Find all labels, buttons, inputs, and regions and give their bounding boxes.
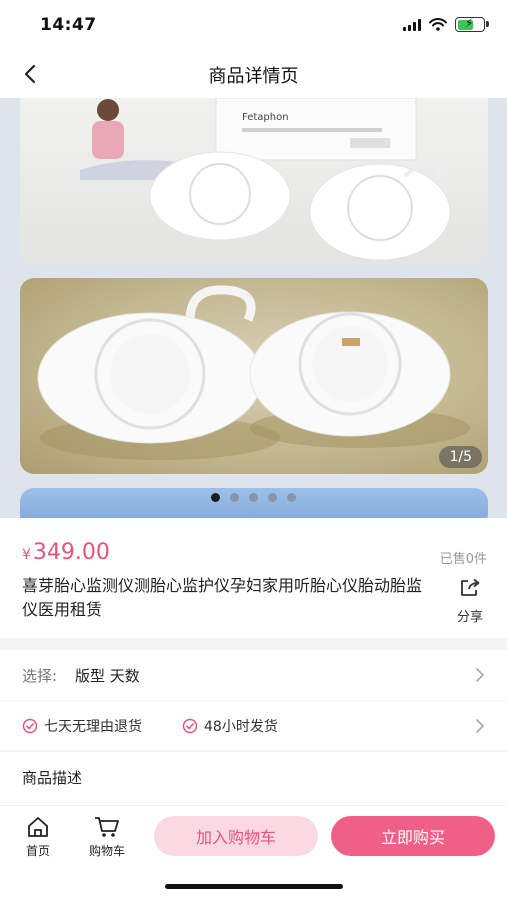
promise-shipping: 48小时发货: [182, 716, 278, 736]
buy-now-button[interactable]: 立即购买: [331, 816, 495, 856]
image-counter: 1/5: [439, 446, 482, 468]
add-to-cart-button[interactable]: 加入购物车: [154, 816, 318, 856]
description-title: 商品描述: [22, 769, 83, 787]
promise-shipping-text: 48小时发货: [204, 719, 278, 735]
signal-icon: [403, 18, 421, 31]
share-label: 分享: [456, 610, 483, 625]
share-icon: [461, 578, 480, 596]
battery-icon: ⚡: [455, 16, 489, 32]
nav-bar: 商品详情页: [0, 50, 507, 98]
product-title: 喜芽胎心监测仪测胎心监护仪孕妇家用听胎心仪胎动胎监仪医用租赁: [22, 576, 423, 619]
description-section: 商品描述: [0, 752, 507, 802]
box-brand-text: Fetaphon: [242, 112, 289, 123]
cart-icon: [95, 817, 119, 837]
service-promise-row[interactable]: 七天无理由退货 48小时发货: [0, 700, 507, 750]
product-photo-2: 1/5: [20, 278, 488, 474]
product-photo-1: Fetaphon: [20, 98, 488, 264]
spec-label: 选择:: [22, 667, 58, 685]
tab-cart-label: 购物车: [88, 844, 125, 858]
home-icon: [28, 817, 48, 837]
wifi-icon: [429, 18, 447, 31]
pagination-dot[interactable]: [230, 493, 239, 502]
product-gallery[interactable]: Fetaphon 1/5: [0, 98, 507, 518]
pagination-dot[interactable]: [268, 493, 277, 502]
tab-cart[interactable]: 购物车: [83, 816, 131, 859]
check-circle-icon: [182, 718, 198, 734]
chevron-right-icon: [476, 668, 485, 682]
sold-count: 已售0件: [439, 552, 487, 567]
tab-home[interactable]: 首页: [14, 816, 62, 859]
pagination-dot[interactable]: [249, 493, 258, 502]
home-indicator: [165, 884, 343, 889]
chevron-right-icon: [476, 719, 485, 733]
gallery-pagination[interactable]: [0, 493, 507, 502]
pagination-dot[interactable]: [211, 493, 220, 502]
price-amount: 349.00: [32, 540, 110, 565]
currency-symbol: ¥: [22, 547, 31, 563]
promise-return-text: 七天无理由退货: [44, 719, 142, 735]
promise-return: 七天无理由退货: [22, 716, 142, 736]
status-time: 14:47: [40, 15, 97, 35]
pagination-dot[interactable]: [287, 493, 296, 502]
check-circle-icon: [22, 718, 38, 734]
price-block: ¥349.00 已售0件 喜芽胎心监测仪测胎心监护仪孕妇家用听胎心仪胎动胎监仪医…: [0, 518, 507, 638]
divider: [0, 638, 507, 650]
status-icons: ⚡: [403, 16, 489, 32]
page-title: 商品详情页: [208, 66, 299, 87]
spec-value: 版型 天数: [75, 667, 140, 685]
spec-selector-row[interactable]: 选择: 版型 天数: [0, 650, 507, 700]
price: ¥349.00: [22, 540, 110, 565]
bottom-bar: 首页 购物车 加入购物车 立即购买: [0, 805, 507, 900]
status-bar: 14:47 ⚡: [0, 0, 507, 50]
tab-home-label: 首页: [25, 844, 50, 858]
share-button[interactable]: 分享: [453, 578, 487, 625]
